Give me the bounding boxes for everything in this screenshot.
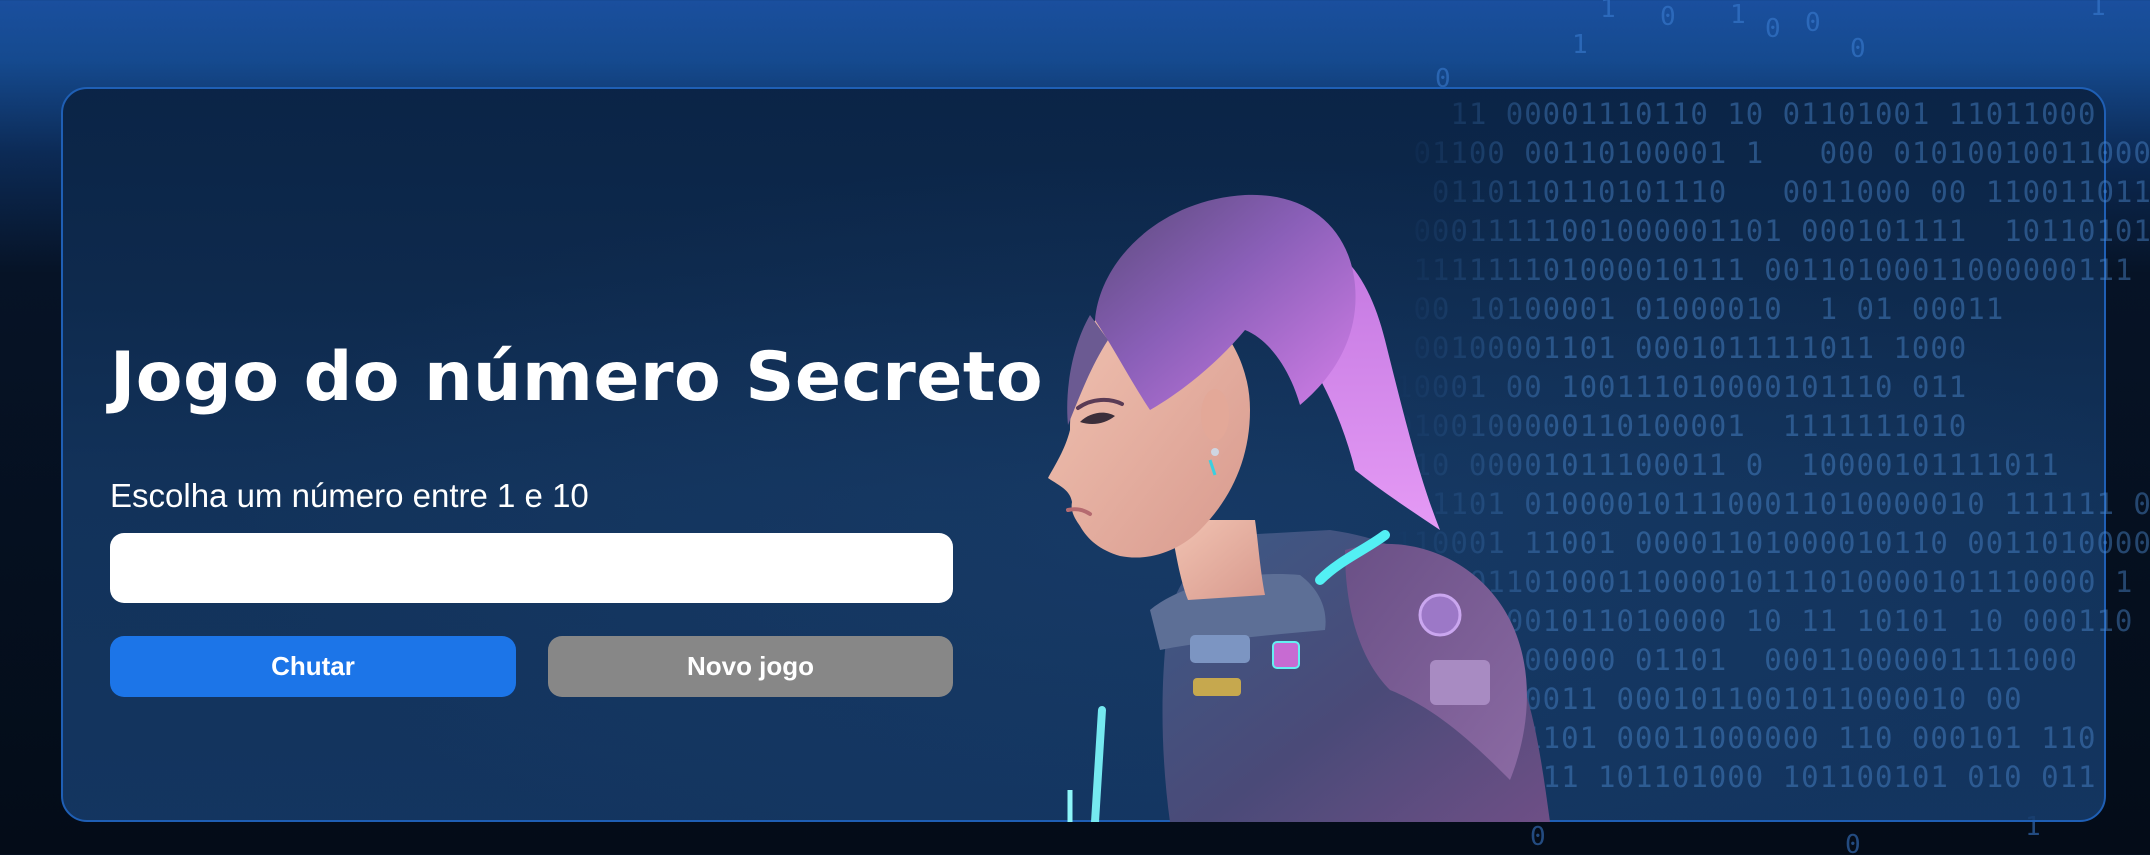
new-game-button[interactable]: Novo jogo bbox=[548, 636, 953, 697]
chest-badge-gold bbox=[1193, 678, 1241, 696]
chest-light bbox=[1091, 706, 1106, 822]
chest-badge bbox=[1190, 635, 1250, 663]
guess-button[interactable]: Chutar bbox=[110, 636, 516, 697]
character-illustration bbox=[1048, 194, 1550, 822]
shoulder-panel bbox=[1430, 660, 1490, 705]
earring bbox=[1211, 448, 1219, 456]
ear-shape bbox=[1201, 389, 1229, 441]
shoulder-light bbox=[1418, 593, 1462, 637]
number-input[interactable] bbox=[110, 533, 953, 603]
page-title: Jogo do número Secreto bbox=[110, 338, 1044, 417]
chest-emblem bbox=[1272, 641, 1300, 669]
instruction-label: Escolha um número entre 1 e 10 bbox=[110, 477, 589, 514]
